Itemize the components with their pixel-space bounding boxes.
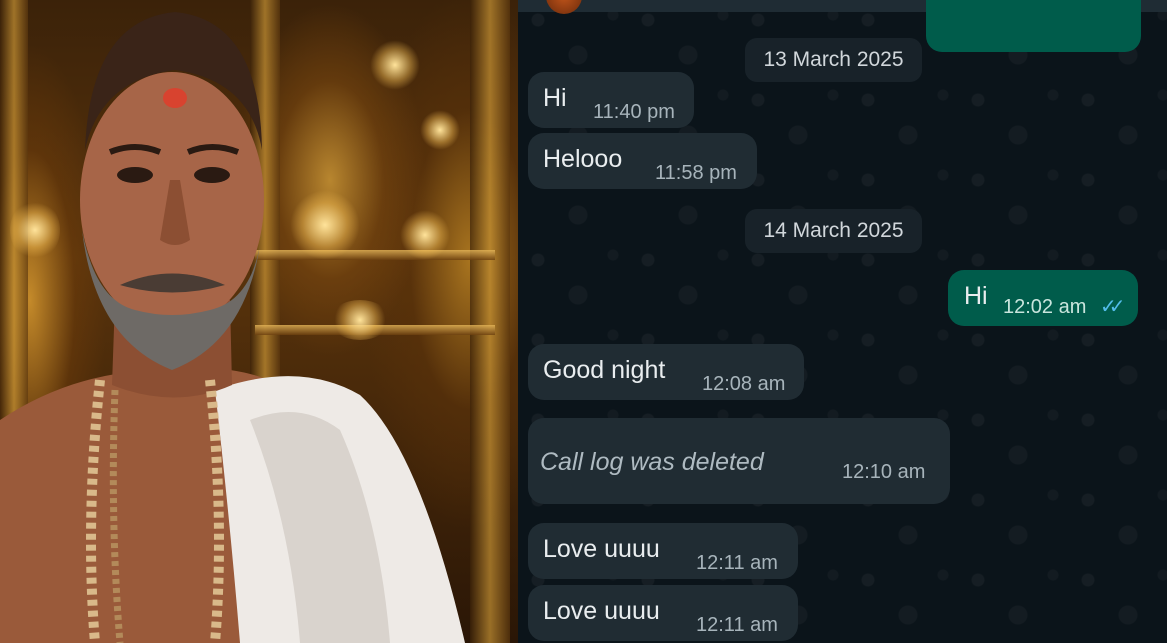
date-separator: 14 March 2025 bbox=[745, 209, 922, 253]
message-text: Love uuuu bbox=[543, 597, 660, 625]
message-text: Hi bbox=[964, 282, 988, 310]
message-time: 12:10 am bbox=[842, 461, 926, 483]
message-text: Helooo bbox=[543, 145, 623, 173]
incoming-message[interactable]: Hi 11:40 pm bbox=[528, 72, 694, 128]
message-text: Good night bbox=[543, 356, 666, 384]
message-time: 12:11 am bbox=[696, 552, 778, 574]
incoming-message[interactable]: Good night 12:08 am bbox=[528, 344, 804, 400]
double-check-read-icon: ✓✓ bbox=[1100, 296, 1125, 318]
date-separator: 13 March 2025 bbox=[745, 38, 922, 82]
message-text: Hi bbox=[543, 84, 567, 112]
message-time: 11:58 pm bbox=[655, 162, 737, 184]
message-time: 12:08 am bbox=[702, 373, 786, 395]
message-text: Call log was deleted bbox=[540, 448, 764, 476]
message-time: 11:40 pm bbox=[593, 101, 675, 123]
message-time: 12:02 am bbox=[1003, 296, 1087, 318]
person-figure bbox=[0, 12, 465, 643]
incoming-message[interactable]: Love uuuu 12:11 am bbox=[528, 585, 798, 641]
previous-sent-bubble bbox=[926, 0, 1141, 52]
message-text: Love uuuu bbox=[543, 535, 660, 563]
chat-panel: 13 March 2025 Hi 11:40 pm Helooo 11:58 p… bbox=[518, 0, 1167, 643]
person-photo bbox=[0, 0, 518, 643]
incoming-message[interactable]: Helooo 11:58 pm bbox=[528, 133, 757, 189]
deleted-message[interactable]: Call log was deleted 12:10 am bbox=[528, 418, 950, 504]
incoming-message[interactable]: Love uuuu 12:11 am bbox=[528, 523, 798, 579]
outgoing-message[interactable]: Hi 12:02 am ✓✓ bbox=[948, 270, 1138, 326]
message-time: 12:11 am bbox=[696, 614, 778, 636]
